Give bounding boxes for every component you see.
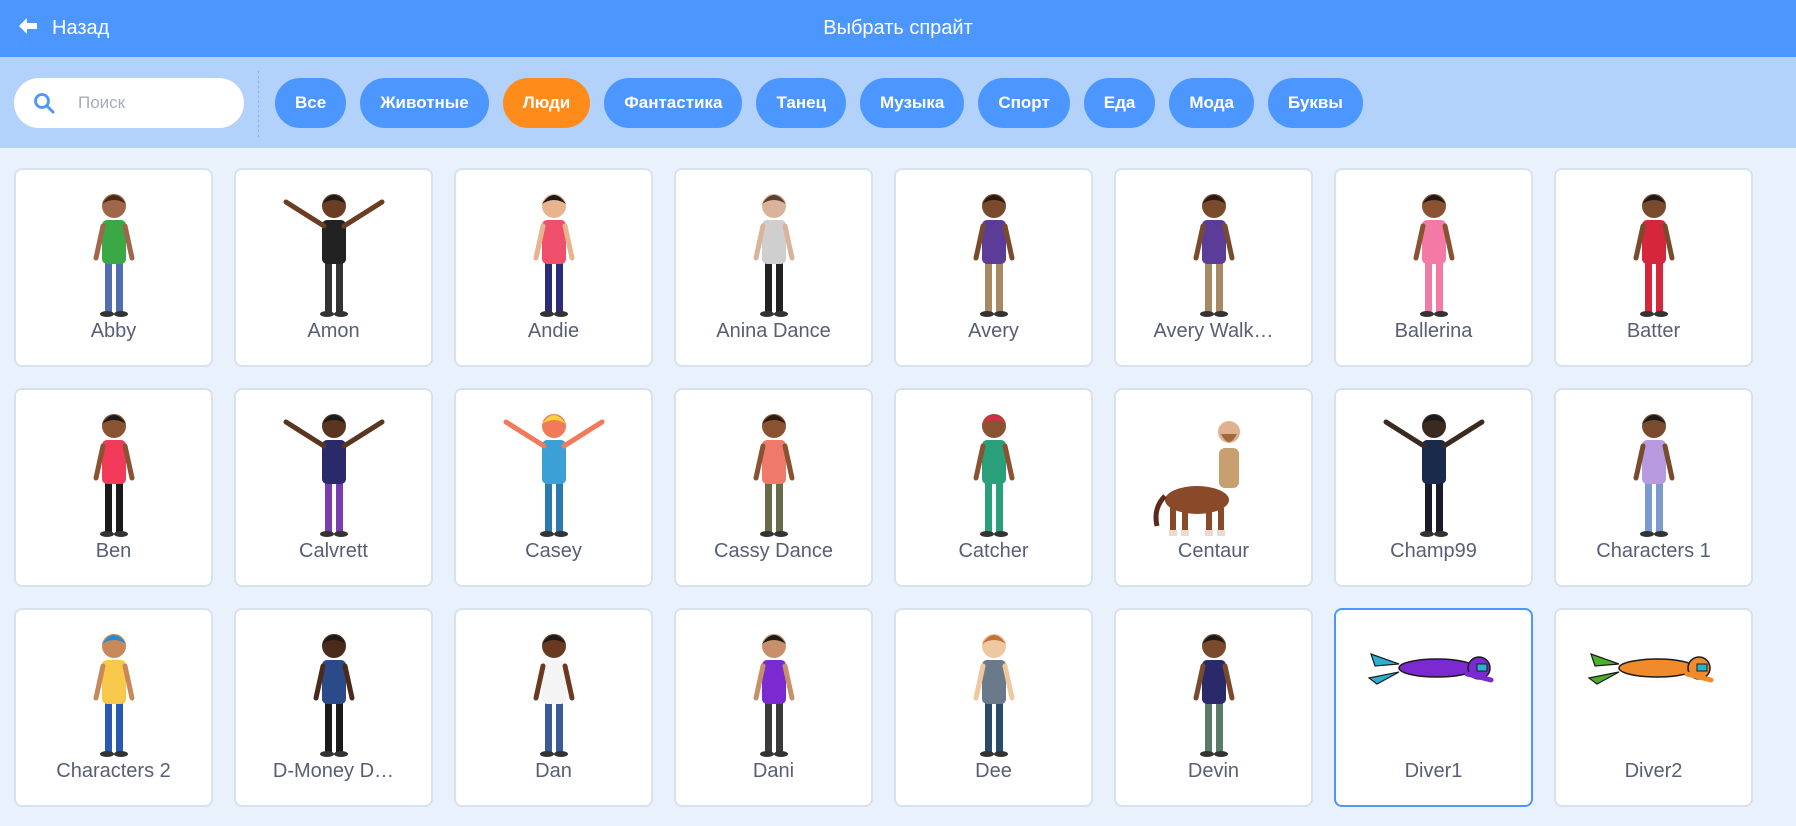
sprite-thumbnail	[236, 188, 431, 320]
sprite-name: Casey	[525, 540, 582, 562]
sprite-card[interactable]: Calvrett	[234, 388, 433, 587]
sprite-name: Anina Dance	[716, 320, 831, 342]
sprite-card[interactable]: Batter	[1554, 168, 1753, 367]
sprite-thumbnail	[456, 628, 651, 760]
sprite-card[interactable]: Casey	[454, 388, 653, 587]
sprite-thumbnail	[676, 628, 871, 760]
tag-button[interactable]: Животные	[360, 78, 489, 128]
divider	[258, 71, 259, 137]
sprite-card[interactable]: Amon	[234, 168, 433, 367]
sprite-card[interactable]: Andie	[454, 168, 653, 367]
sprite-card[interactable]: Centaur	[1114, 388, 1313, 587]
sprite-thumbnail	[896, 628, 1091, 760]
sprite-card[interactable]: Catcher	[894, 388, 1093, 587]
sprite-grid: Abby Amon Andie Anina Dance Avery Avery Walk……	[14, 168, 1753, 807]
search-box[interactable]	[14, 78, 244, 128]
sprite-thumbnail	[1336, 188, 1531, 320]
sprite-thumbnail	[456, 188, 651, 320]
sprite-thumbnail	[896, 188, 1091, 320]
tag-button[interactable]: Танец	[756, 78, 847, 128]
tag-button[interactable]: Люди	[502, 78, 591, 128]
sprite-thumbnail	[1116, 408, 1311, 540]
tag-button[interactable]: Фантастика	[604, 78, 743, 128]
sprite-name: Catcher	[958, 540, 1029, 562]
sprite-name: Dani	[752, 760, 795, 782]
back-button[interactable]: Назад	[16, 0, 109, 57]
back-label: Назад	[52, 17, 110, 39]
sprite-name: Avery Walk…	[1153, 320, 1274, 342]
filter-bar: Все Животные Люди Фантастика Танец Музыка Спор…	[0, 57, 1796, 148]
tag-button[interactable]: Буквы	[1267, 78, 1363, 128]
sprite-name: Ballerina	[1394, 320, 1473, 342]
sprite-name: Centaur	[1177, 540, 1250, 562]
sprite-name: Devin	[1187, 760, 1240, 782]
sprite-thumbnail	[1116, 188, 1311, 320]
tag-button[interactable]: Еда	[1083, 78, 1156, 128]
sprite-name: Calvrett	[299, 540, 368, 562]
sprite-card[interactable]: Champ99	[1334, 388, 1533, 587]
tag-button[interactable]: Музыка	[860, 78, 965, 128]
sprite-thumbnail	[1116, 628, 1311, 760]
tag-button[interactable]: Мода	[1169, 78, 1254, 128]
sprite-name: Characters 1	[1596, 540, 1711, 562]
sprite-thumbnail	[16, 628, 211, 760]
sprite-name: Diver2	[1624, 760, 1683, 782]
sprite-name: Cassy Dance	[714, 540, 833, 562]
sprite-name: Batter	[1626, 320, 1681, 342]
sprite-card[interactable]: Devin	[1114, 608, 1313, 807]
sprite-card[interactable]: Anina Dance	[674, 168, 873, 367]
sprite-card[interactable]: Characters 2	[14, 608, 213, 807]
sprite-name: Amon	[307, 320, 360, 342]
back-arrow-icon	[16, 14, 40, 44]
sprite-name: Characters 2	[56, 760, 171, 782]
sprite-card[interactable]: Diver2	[1554, 608, 1753, 807]
sprite-name: Dan	[535, 760, 572, 782]
sprite-card[interactable]: D-Money D…	[234, 608, 433, 807]
sprite-thumbnail	[1556, 408, 1751, 540]
sprite-card[interactable]: Abby	[14, 168, 213, 367]
sprite-name: D-Money D…	[272, 760, 395, 782]
sprite-card[interactable]: Dee	[894, 608, 1093, 807]
sprite-name: Diver1	[1404, 760, 1463, 782]
sprite-name: Dee	[975, 760, 1012, 782]
sprite-thumbnail	[1336, 628, 1531, 760]
sprite-thumbnail	[16, 408, 211, 540]
header: Назад Выбрать спрайт	[0, 0, 1796, 57]
search-input[interactable]	[78, 88, 228, 118]
sprite-thumbnail	[676, 408, 871, 540]
sprite-card[interactable]: Avery	[894, 168, 1093, 367]
page-title: Выбрать спрайт	[823, 17, 973, 39]
sprite-name: Champ99	[1390, 540, 1477, 562]
sprite-thumbnail	[236, 408, 431, 540]
sprite-card[interactable]: Cassy Dance	[674, 388, 873, 587]
sprite-thumbnail	[1556, 628, 1751, 760]
sprite-card[interactable]: Dan	[454, 608, 653, 807]
sprite-thumbnail	[676, 188, 871, 320]
sprite-thumbnail	[456, 408, 651, 540]
sprite-name: Avery	[968, 320, 1019, 342]
sprite-card[interactable]: Ballerina	[1334, 168, 1533, 367]
category-tags: Все Животные Люди Фантастика Танец Музыка Спор…	[275, 78, 1363, 128]
tag-button[interactable]: Спорт	[978, 78, 1070, 128]
sprite-thumbnail	[1556, 188, 1751, 320]
sprite-card[interactable]: Characters 1	[1554, 388, 1753, 587]
sprite-card[interactable]: Dani	[674, 608, 873, 807]
sprite-card[interactable]: Diver1	[1334, 608, 1533, 807]
tag-button[interactable]: Все	[275, 78, 347, 128]
sprite-name: Abby	[90, 320, 137, 342]
search-icon	[32, 91, 56, 115]
sprite-name: Ben	[95, 540, 132, 562]
sprite-card[interactable]: Avery Walk…	[1114, 168, 1313, 367]
sprite-thumbnail	[236, 628, 431, 760]
sprite-name: Andie	[527, 320, 580, 342]
sprite-thumbnail	[896, 408, 1091, 540]
sprite-thumbnail	[16, 188, 211, 320]
sprite-card[interactable]: Ben	[14, 388, 213, 587]
sprite-thumbnail	[1336, 408, 1531, 540]
